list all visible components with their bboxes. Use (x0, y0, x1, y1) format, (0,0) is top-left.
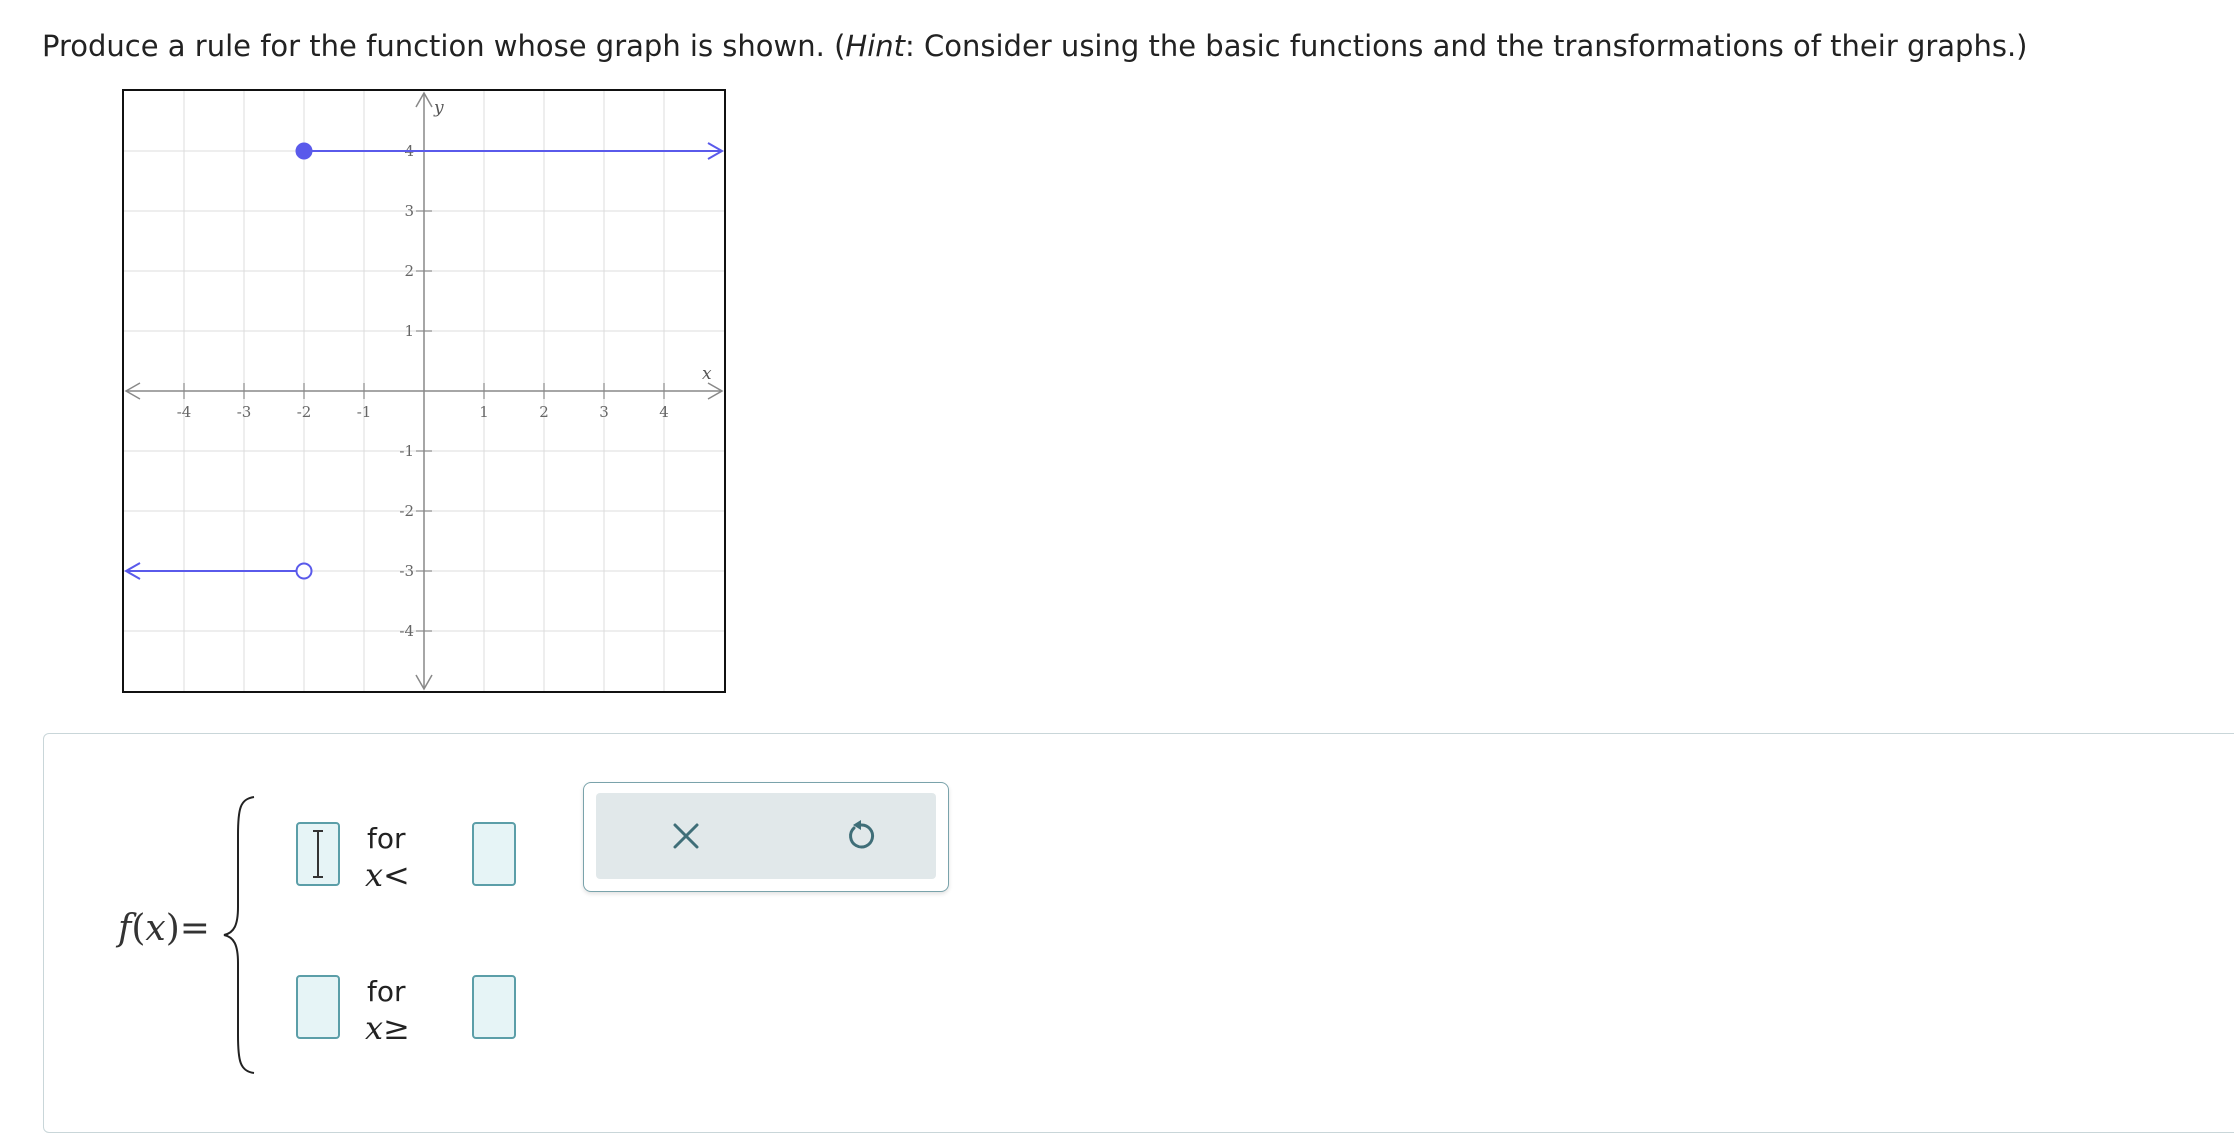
piece-2-value-input[interactable] (296, 975, 340, 1039)
clear-button[interactable] (661, 811, 711, 861)
piece-1-condition-variable: x (365, 856, 384, 894)
piece-1-value-input[interactable] (296, 822, 340, 886)
piece-2-condition-variable: x (365, 1009, 384, 1047)
piece-1-bound-input[interactable] (472, 822, 516, 886)
piecewise-brace (223, 796, 255, 1074)
y-tick-label: 2 (404, 262, 414, 280)
x-tick-label: 4 (659, 403, 669, 421)
equals-sign: = (179, 908, 210, 949)
x-tick-label: 1 (479, 403, 489, 421)
open-paren: ( (131, 908, 146, 949)
y-tick-label: 1 (404, 322, 414, 340)
y-tick-label: -4 (399, 622, 414, 640)
hint-word: Hint (845, 29, 906, 63)
x-tick-label: -3 (237, 403, 252, 421)
y-tick-label: -3 (399, 562, 414, 580)
x-tick-label: -4 (177, 403, 192, 421)
close-paren: ) (165, 908, 180, 949)
piece-2-condition-relation: ≥ (383, 1009, 410, 1047)
piece-2-condition: x≥ (365, 1009, 410, 1047)
y-axis-label: y (433, 98, 444, 118)
y-tick-label: 3 (404, 202, 414, 220)
answer-tools-bar (596, 793, 936, 879)
y-tick-label: -1 (399, 442, 414, 460)
piece-1-condition: x< (365, 856, 410, 894)
y-tick-label: -2 (399, 502, 414, 520)
x-tick-label: 3 (599, 403, 609, 421)
open-endpoint (295, 562, 313, 580)
function-graph: xy -4 -3 -2 -1 1 2 3 4 4 3 2 1 -1 -2 -3 -4 (122, 89, 726, 693)
axes: xy (124, 91, 724, 691)
piece-1-for-label: for (367, 822, 406, 855)
prompt-text-after: : Consider using the basic functions and… (905, 29, 2028, 63)
answer-tools-panel (583, 782, 949, 892)
function-name: f (118, 908, 132, 949)
graph-svg: xy -4 -3 -2 -1 1 2 3 44321-1-2-3-4 (124, 91, 724, 691)
closed-endpoint (295, 142, 313, 160)
piece-2-bound-input[interactable] (472, 975, 516, 1039)
close-icon (673, 823, 699, 849)
piece-1-condition-relation: < (383, 856, 410, 894)
text-cursor-icon (313, 830, 323, 878)
x-tick-label: 2 (539, 403, 549, 421)
undo-button[interactable] (836, 811, 886, 861)
x-tick-label: -2 (297, 403, 312, 421)
function-label: f(x)= (118, 908, 210, 949)
prompt-text-before: Produce a rule for the function whose gr… (42, 29, 846, 63)
piece-2-for-label: for (367, 975, 406, 1008)
question-prompt: Produce a rule for the function whose gr… (42, 26, 2028, 66)
x-axis-label: x (702, 364, 712, 384)
undo-icon (849, 820, 875, 849)
answer-panel (43, 733, 2234, 1133)
function-variable: x (145, 908, 166, 949)
x-tick-label: -1 (357, 403, 372, 421)
